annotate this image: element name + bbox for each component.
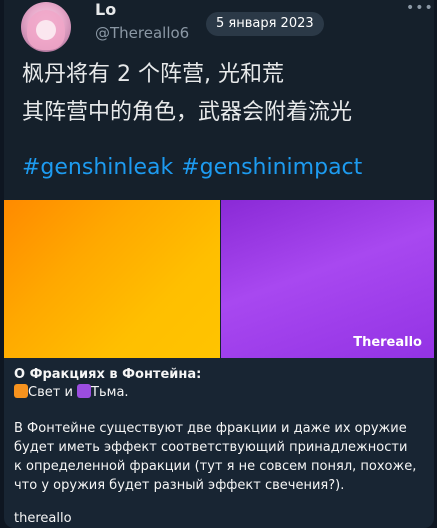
media-image[interactable]: Thereallo <box>4 200 434 358</box>
tweet-card[interactable]: Lo @Thereallo6 5 января 2023 ••• 枫丹将有 2 … <box>4 0 434 200</box>
faction-light-label: Свет и <box>28 385 78 400</box>
more-dots-icon[interactable]: ••• <box>406 0 434 16</box>
orange-square-icon <box>14 384 28 398</box>
date-badge: 5 января 2023 <box>206 12 324 36</box>
caption-title: О Фракциях в Фонтейна: <box>14 367 202 382</box>
author-avatar[interactable] <box>21 2 71 52</box>
watermark-text: Thereallo <box>353 335 422 350</box>
author-handle[interactable]: @Thereallo6 <box>95 24 189 42</box>
purple-square-icon <box>77 384 92 398</box>
hashtag-link[interactable]: #genshinleak <box>22 155 173 180</box>
avatar-face <box>36 20 56 40</box>
hashtag-link[interactable]: #genshinimpact <box>181 155 362 180</box>
faction-dark-label: Тьма. <box>91 385 129 400</box>
caption-body: В Фонтейне существуют две фракции и даже… <box>14 421 417 493</box>
hashtags: #genshinleak #genshinimpact <box>22 155 370 180</box>
caption-signature: thereallo <box>14 511 72 526</box>
tweet-text-line-1: 枫丹将有 2 个阵营, 光和荒 <box>22 62 284 87</box>
author-name[interactable]: Lo <box>95 0 116 19</box>
caption-factions: Свет и Тьма. <box>14 383 129 402</box>
light-faction-image <box>4 200 220 358</box>
tweet-text-line-2: 其阵营中的角色，武器会附着流光 <box>22 100 353 125</box>
dark-faction-image: Thereallo <box>221 200 434 358</box>
